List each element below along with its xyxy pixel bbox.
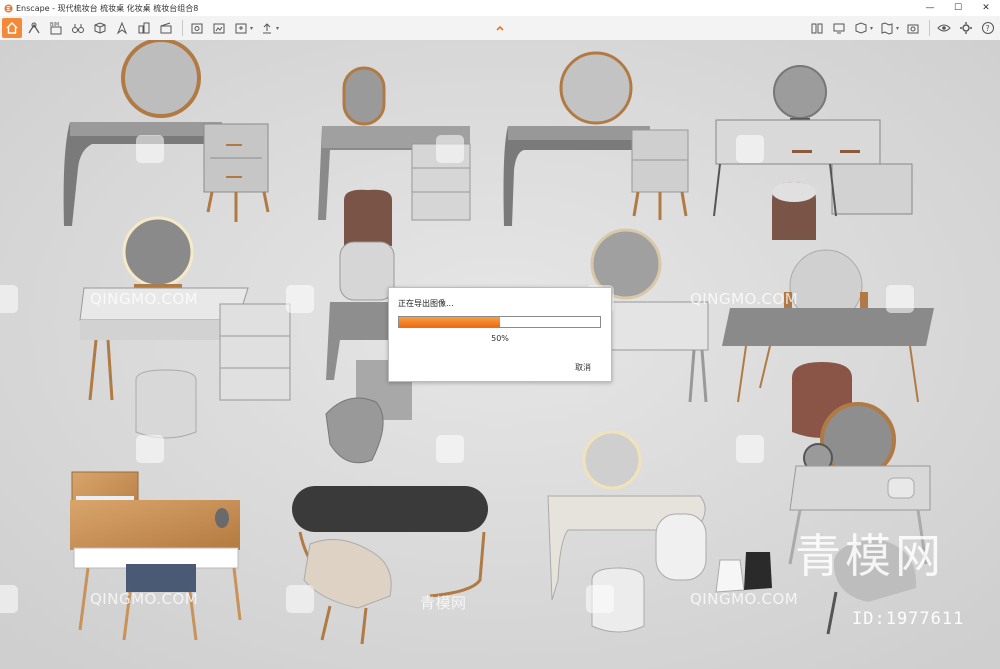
watermark-logo-icon (436, 435, 464, 463)
enscape-logo-icon (3, 3, 13, 13)
export-icon (235, 23, 247, 34)
cube-button[interactable] (851, 18, 871, 38)
progress-bar (398, 316, 601, 328)
monitor-button[interactable] (829, 18, 849, 38)
asset-library-icon (28, 22, 40, 34)
bim-button[interactable]: BIM (46, 18, 66, 38)
watermark-logo-icon (736, 435, 764, 463)
watermark-text: QINGMO.COM (690, 290, 799, 308)
gear-icon (960, 22, 972, 34)
watermark-logo-icon (886, 285, 914, 313)
watermark-logo-icon (136, 135, 164, 163)
book-button[interactable] (807, 18, 827, 38)
box-button[interactable] (90, 18, 110, 38)
bim-icon: BIM (50, 22, 62, 35)
watermark-logo-icon (586, 585, 614, 613)
screenshot-button[interactable] (187, 18, 207, 38)
home-icon (6, 22, 18, 34)
upload-dropdown-caret-icon[interactable]: ▾ (276, 25, 279, 32)
watermark-logo-icon (286, 285, 314, 313)
cube-icon (855, 22, 867, 34)
upload-button[interactable] (257, 18, 277, 38)
right-toolbar: ▾ ▾ ? (807, 16, 1000, 40)
watermark-logo-icon (0, 285, 18, 313)
binoculars-icon (72, 24, 84, 33)
help-icon: ? (982, 22, 994, 34)
camera-button[interactable] (903, 18, 923, 38)
cancel-button[interactable]: 取消 (575, 362, 591, 373)
home-button[interactable] (2, 18, 22, 38)
progress-percent: 50% (491, 334, 509, 343)
watermark-text: QINGMO.COM (690, 590, 799, 608)
window-title: Enscape - 现代梳妆台 梳妆桌 化妆桌 梳妆台组合8 (16, 3, 199, 13)
close-button[interactable]: ✕ (972, 0, 1000, 16)
title-bar: Enscape - 现代梳妆台 梳妆桌 化妆桌 梳妆台组合8 — ☐ ✕ (0, 0, 1000, 16)
watermark-text: QINGMO.COM (90, 590, 199, 608)
svg-text:?: ? (986, 24, 990, 33)
help-button[interactable]: ? (978, 18, 998, 38)
asset-library-button[interactable] (24, 18, 44, 38)
watermark-brand-text: 青模网 (795, 529, 945, 583)
clapper-icon (160, 22, 172, 34)
watermark-text: 青模网 (420, 594, 467, 612)
compass-icon (116, 21, 128, 35)
map-dropdown-caret-icon[interactable]: ▾ (896, 25, 899, 32)
map-icon (881, 22, 893, 35)
watermark-logo-icon (736, 135, 764, 163)
map-button[interactable] (877, 18, 897, 38)
binoculars-button[interactable] (68, 18, 88, 38)
upload-icon (263, 23, 272, 34)
gear-button[interactable] (956, 18, 976, 38)
box-icon (94, 22, 106, 34)
cube-dropdown-caret-icon[interactable]: ▾ (870, 25, 873, 32)
buildings-icon (138, 22, 150, 34)
export-progress-dialog: 正在导出图像... 50% 取消 (388, 287, 612, 382)
export-dropdown-caret-icon[interactable]: ▾ (250, 25, 253, 32)
batch-render-button[interactable] (209, 18, 229, 38)
eye-button[interactable] (934, 18, 954, 38)
export-button[interactable] (231, 18, 251, 38)
watermark-logo-icon (0, 585, 18, 613)
toolbar-separator (929, 20, 930, 36)
compass-button[interactable] (112, 18, 132, 38)
monitor-icon (833, 23, 845, 34)
maximize-button[interactable]: ☐ (944, 0, 972, 16)
book-icon (811, 23, 823, 34)
watermark-logo-icon (136, 435, 164, 463)
progress-fill (399, 317, 500, 327)
buildings-button[interactable] (134, 18, 154, 38)
collapse-toolbar-chevron-icon[interactable] (494, 19, 506, 31)
watermark-logo-icon (286, 585, 314, 613)
toolbar-separator (182, 20, 183, 36)
watermark-id-text: ID:1977611 (852, 609, 965, 629)
dialog-title: 正在导出图像... (398, 299, 454, 308)
camera-icon (907, 24, 919, 34)
eye-icon (937, 24, 951, 32)
watermark-logo-icon (436, 135, 464, 163)
minimize-button[interactable]: — (916, 0, 944, 16)
screenshot-icon (191, 23, 203, 34)
watermark-text: QINGMO.COM (90, 290, 199, 308)
batch-render-icon (213, 23, 225, 34)
clapper-button[interactable] (156, 18, 176, 38)
svg-text:BIM: BIM (50, 22, 59, 28)
